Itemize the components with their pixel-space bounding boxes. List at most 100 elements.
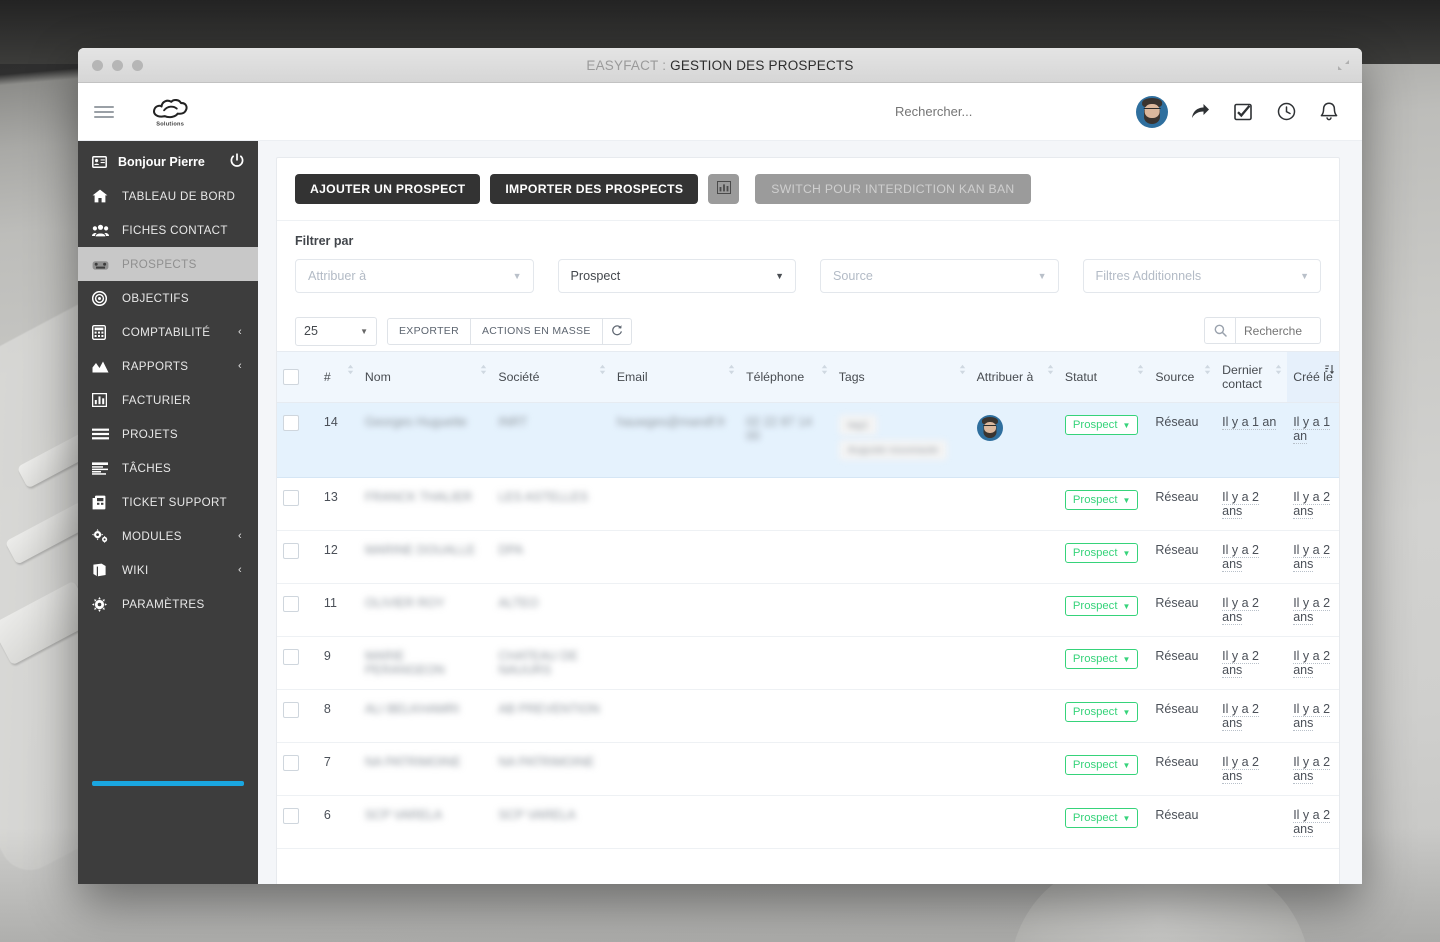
sort-both-icon[interactable] [958,364,967,378]
window-controls[interactable] [92,48,143,82]
sort-both-icon[interactable] [1046,364,1055,378]
cell-nom[interactable]: OLIVIER ROY [358,583,493,637]
cell-nom[interactable]: MARIE PERANGEON [358,636,493,690]
row-checkbox[interactable] [283,702,299,718]
cell-select[interactable] [277,530,318,584]
sidebar-item-objectifs[interactable]: OBJECTIFS [78,281,258,315]
global-search-input[interactable] [893,103,1127,120]
cell-select[interactable] [277,583,318,637]
global-search[interactable] [893,83,1127,140]
cell-attribuer-a[interactable] [970,636,1059,690]
row-checkbox[interactable] [283,415,299,431]
sidebar-item-fiches-contact[interactable]: FICHES CONTACT [78,213,258,247]
status-badge[interactable]: Prospect ▼ [1064,649,1139,669]
sort-both-icon[interactable] [1203,364,1212,378]
sidebar-item-facturier[interactable]: FACTURIER [78,383,258,417]
row-checkbox[interactable] [283,543,299,559]
cell-nom[interactable]: NA PATRIMOINE [358,742,493,796]
cell-select[interactable] [277,795,318,849]
sidebar-item-rapports[interactable]: RAPPORTS ‹ [78,349,258,383]
sidebar-item-t-ches[interactable]: TÂCHES [78,451,258,485]
sidebar-item-wiki[interactable]: WIKI ‹ [78,553,258,587]
table-row[interactable]: 8 ALI BELKHAMRI AB PREVENTION Prospect ▼ Rése… [277,689,1339,743]
status-badge[interactable]: Prospect ▼ [1064,755,1139,775]
kanban-switch-button[interactable]: SWITCH POUR INTERDICTION KAN BAN [755,174,1031,204]
export-button[interactable]: EXPORTER [387,317,471,345]
sidebar-item-param-tres[interactable]: PARAMÈTRES [78,587,258,621]
cell-statut[interactable]: Prospect ▼ [1058,636,1150,690]
tasks-check-icon[interactable] [1232,101,1254,123]
cell-statut[interactable]: Prospect ▼ [1058,742,1150,796]
row-checkbox[interactable] [283,649,299,665]
sort-both-icon[interactable] [1274,364,1283,378]
app-logo[interactable]: Solutions [146,98,194,126]
assignee-avatar[interactable] [976,415,1003,441]
cell-attribuer-a[interactable] [970,689,1059,743]
row-checkbox[interactable] [283,596,299,612]
clock-icon[interactable] [1275,101,1297,123]
sort-both-icon[interactable] [346,364,355,378]
cell-statut[interactable]: Prospect ▼ [1058,402,1150,478]
cell-select[interactable] [277,636,318,690]
maximize-icon[interactable] [1337,59,1350,71]
hamburger-icon[interactable] [94,105,114,118]
cell-select[interactable] [277,477,318,531]
add-prospect-button[interactable]: AJOUTER UN PROSPECT [295,174,481,204]
column-header-cree[interactable]: Créé le [1287,351,1339,403]
sort-both-icon[interactable] [727,364,736,378]
cell-attribuer-a[interactable] [970,530,1059,584]
cell-statut[interactable]: Prospect ▼ [1058,689,1150,743]
cell-nom[interactable]: Georges Huguette [358,402,493,478]
cell-nom[interactable]: FRANCK THALIER [358,477,493,531]
column-header-dernier[interactable]: Dernier contact [1216,351,1288,403]
status-badge[interactable]: Prospect ▼ [1064,808,1139,828]
page-length-select[interactable]: 25 ▼ [295,316,377,346]
status-badge[interactable]: Prospect ▼ [1064,490,1139,510]
table-row[interactable]: 11 OLIVIER ROY ALTEO Prospect ▼ Réseau Il y a … [277,583,1339,637]
table-row[interactable]: 6 SCP VARELA SCP VARELA Prospect ▼ Réseau Il y… [277,795,1339,849]
select-all-checkbox[interactable] [283,369,299,385]
bell-icon[interactable] [1318,101,1340,123]
sidebar-item-prospects[interactable]: PROSPECTS [78,247,258,281]
cell-attribuer-a[interactable] [970,795,1059,849]
row-checkbox[interactable] [283,490,299,506]
cell-select[interactable] [277,402,318,478]
share-icon[interactable] [1189,101,1211,123]
power-icon[interactable] [230,153,244,171]
sidebar-item-modules[interactable]: MODULES ‹ [78,519,258,553]
sidebar-item-tableau-de-bord[interactable]: TABLEAU DE BORD [78,179,258,213]
cell-select[interactable] [277,689,318,743]
cell-nom[interactable]: ALI BELKHAMRI [358,689,493,743]
stats-button[interactable] [708,174,740,204]
table-search[interactable] [1204,317,1321,344]
filter-source[interactable]: Source ▼ [820,259,1059,293]
column-header-nom[interactable]: Nom [358,351,493,403]
sidebar-item-ticket-support[interactable]: TICKET SUPPORT [78,485,258,519]
row-checkbox[interactable] [283,808,299,824]
sidebar-item-comptabilit[interactable]: COMPTABILITÉ ‹ [78,315,258,349]
cell-statut[interactable]: Prospect ▼ [1058,477,1150,531]
cell-statut[interactable]: Prospect ▼ [1058,530,1150,584]
column-header-num[interactable]: # [317,351,359,403]
table-search-input[interactable] [1236,317,1321,344]
sort-both-icon[interactable] [479,364,488,378]
cell-attribuer-a[interactable] [970,742,1059,796]
sort-both-icon[interactable] [1136,364,1145,378]
refresh-button[interactable] [602,317,632,345]
sort-desc-icon[interactable] [1324,364,1335,378]
bulk-actions-button[interactable]: ACTIONS EN MASSE [470,317,603,345]
window-zoom-button[interactable] [132,59,143,71]
cell-nom[interactable]: SCP VARELA [358,795,493,849]
column-header-tel[interactable]: Téléphone [740,351,833,403]
cell-statut[interactable]: Prospect ▼ [1058,795,1150,849]
import-prospects-button[interactable]: IMPORTER DES PROSPECTS [490,174,699,204]
sort-both-icon[interactable] [820,364,829,378]
filter-attribuer-a[interactable]: Attribuer à ▼ [295,259,534,293]
status-badge[interactable]: Prospect ▼ [1064,543,1139,563]
filter-additionnels[interactable]: Filtres Additionnels ▼ [1082,259,1321,293]
status-badge[interactable]: Prospect ▼ [1064,702,1139,722]
cell-statut[interactable]: Prospect ▼ [1058,583,1150,637]
table-row[interactable]: 7 NA PATRIMOINE NA PATRIMOINE Prospect ▼ Rése… [277,742,1339,796]
table-row[interactable]: 14 Georges Huguette INRT hauwges@mandf.fr 02… [277,402,1339,478]
avatar[interactable] [1136,95,1168,128]
